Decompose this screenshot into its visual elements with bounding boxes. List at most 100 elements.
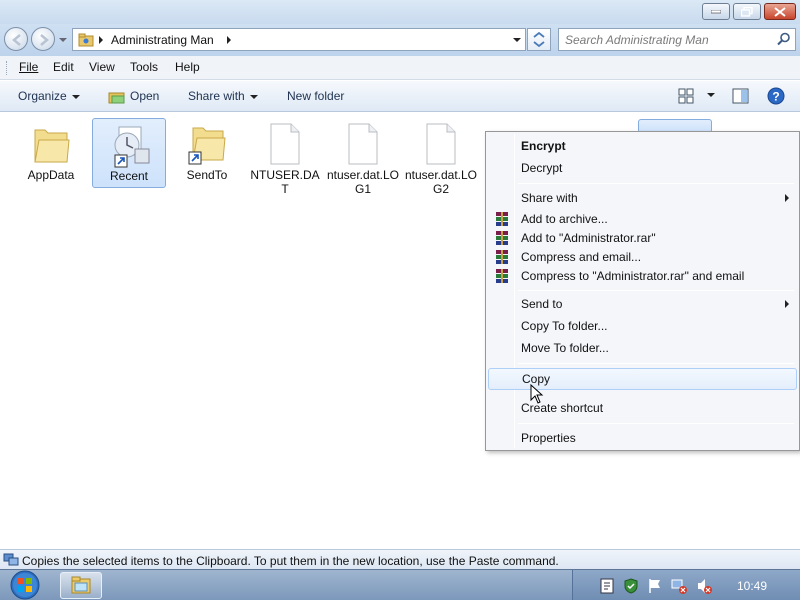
close-icon <box>774 6 786 17</box>
menu-tools[interactable]: Tools <box>130 60 158 74</box>
chevron-down-icon <box>59 38 67 42</box>
file-item-ntuser-dat[interactable]: NTUSER.DAT <box>248 118 322 196</box>
open-folder-icon <box>108 92 125 104</box>
menu-file[interactable]: File <box>19 60 38 74</box>
menu-separator <box>518 183 794 184</box>
menu-item-compress-rar-email[interactable]: Compress to "Administrator.rar" and emai… <box>488 266 797 286</box>
security-shield-icon[interactable] <box>623 578 639 594</box>
menu-item-encrypt[interactable]: Encrypt <box>488 136 797 156</box>
svg-text:?: ? <box>772 90 779 104</box>
chevron-down-icon <box>249 94 258 99</box>
address-row: Administrating Man <box>0 24 800 56</box>
winrar-icon <box>496 231 508 245</box>
menu-separator <box>518 423 794 424</box>
search-icon[interactable] <box>777 32 791 46</box>
file-item-ntuser-log1[interactable]: ntuser.dat.LOG1 <box>326 118 400 196</box>
new-folder-button[interactable]: New folder <box>287 89 344 103</box>
address-history-chevron-icon[interactable] <box>510 33 524 47</box>
recent-shortcut-icon <box>114 126 150 168</box>
back-arrow-icon <box>12 34 21 46</box>
winrar-icon <box>496 250 508 264</box>
minimize-icon <box>711 9 721 13</box>
network-disconnected-icon[interactable] <box>671 578 687 594</box>
status-bar: Copies the selected items to the Clipboa… <box>0 549 800 569</box>
taskbar-explorer-button[interactable] <box>60 572 102 599</box>
menu-item-add-to-archive[interactable]: Add to archive... <box>488 209 797 229</box>
submenu-arrow-icon <box>785 194 789 202</box>
menu-grip <box>6 61 9 75</box>
forward-arrow-icon <box>40 34 49 46</box>
minimize-button[interactable] <box>702 3 730 20</box>
action-center-flag-icon[interactable] <box>648 578 662 594</box>
refresh-icon <box>533 31 545 48</box>
file-icon <box>426 123 456 165</box>
notes-icon[interactable] <box>600 578 614 594</box>
menu-item-copy-to-folder[interactable]: Copy To folder... <box>488 316 797 336</box>
new-folder-label: New folder <box>287 89 345 103</box>
menu-item-send-to[interactable]: Send to <box>488 294 797 314</box>
open-label: Open <box>130 89 160 103</box>
menu-separator <box>518 290 794 291</box>
file-icon <box>270 123 300 165</box>
volume-muted-icon[interactable] <box>696 578 712 594</box>
menu-separator <box>518 363 794 364</box>
taskbar-clock[interactable]: 10:49 <box>737 579 767 593</box>
help-icon: ? <box>767 87 785 105</box>
search-input[interactable] <box>565 32 765 48</box>
start-button[interactable] <box>6 570 44 600</box>
address-bar[interactable]: Administrating Man <box>72 28 526 51</box>
menu-help[interactable]: Help <box>175 60 200 74</box>
file-icon <box>348 123 378 165</box>
menu-item-compress-email[interactable]: Compress and email... <box>488 247 797 267</box>
refresh-button[interactable] <box>527 28 551 51</box>
file-label: SendTo <box>186 168 228 182</box>
change-view-button[interactable] <box>678 88 694 107</box>
chevron-down-icon <box>71 94 80 99</box>
restore-button[interactable] <box>733 3 761 20</box>
share-with-label: Share with <box>188 89 245 103</box>
breadcrumb-current[interactable]: Administrating Man <box>111 33 214 47</box>
submenu-arrow-icon <box>785 300 789 308</box>
breadcrumb-separator-icon <box>99 36 103 44</box>
menu-item-decrypt[interactable]: Decrypt <box>488 158 797 178</box>
restore-icon <box>741 6 753 17</box>
back-button[interactable] <box>4 27 28 51</box>
breadcrumb-separator-icon[interactable] <box>227 36 231 44</box>
title-bar <box>0 0 800 24</box>
menu-item-add-to-rar[interactable]: Add to "Administrator.rar" <box>488 228 797 248</box>
search-box[interactable] <box>558 28 796 51</box>
menu-item-share-with[interactable]: Share with <box>488 188 797 208</box>
chevron-down-icon <box>707 92 715 97</box>
help-button[interactable]: ? <box>767 87 785 108</box>
mouse-cursor-icon <box>530 384 544 404</box>
views-icon <box>678 88 694 104</box>
file-item-appdata[interactable]: AppData <box>14 118 88 188</box>
menu-view[interactable]: View <box>89 60 115 74</box>
file-item-ntuser-log2[interactable]: ntuser.dat.LOG2 <box>404 118 478 196</box>
network-computer-icon <box>3 553 19 566</box>
user-folder-icon <box>78 33 94 47</box>
file-label: ntuser.dat.LOG2 <box>404 168 478 196</box>
recent-pages-dropdown[interactable] <box>58 34 68 44</box>
file-label: ntuser.dat.LOG1 <box>326 168 400 196</box>
folder-shortcut-icon <box>188 127 226 165</box>
menu-item-move-to-folder[interactable]: Move To folder... <box>488 338 797 358</box>
share-with-button[interactable]: Share with <box>188 89 258 103</box>
menu-edit[interactable]: Edit <box>53 60 74 74</box>
menu-bar: File Edit View Tools Help <box>0 56 800 80</box>
file-item-recent[interactable]: Recent <box>92 118 166 188</box>
file-item-sendto[interactable]: SendTo <box>170 118 244 188</box>
close-button[interactable] <box>764 3 796 20</box>
status-text: Copies the selected items to the Clipboa… <box>22 554 559 568</box>
organize-button[interactable]: Organize <box>18 89 80 103</box>
forward-button[interactable] <box>31 27 55 51</box>
file-label: AppData <box>27 168 75 182</box>
winrar-icon <box>496 269 508 283</box>
preview-pane-button[interactable] <box>732 88 749 107</box>
menu-item-properties[interactable]: Properties <box>488 428 797 448</box>
open-button[interactable]: Open <box>108 89 159 104</box>
organize-label: Organize <box>18 89 67 103</box>
more-views-button[interactable] <box>702 87 715 101</box>
taskbar: 10:49 <box>0 569 800 600</box>
winrar-icon <box>496 212 508 226</box>
